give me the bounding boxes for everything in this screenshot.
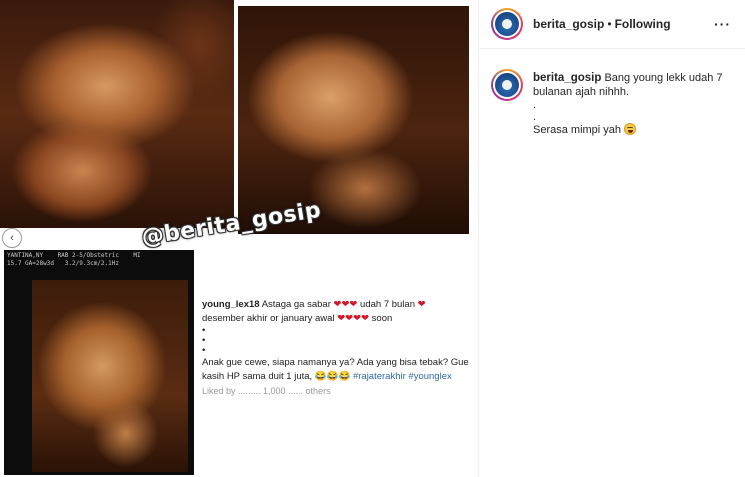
post-header: berita_gosip • Following ··· bbox=[479, 0, 745, 49]
header-user-row: berita_gosip • Following bbox=[533, 17, 714, 31]
following-button[interactable]: Following bbox=[615, 17, 671, 31]
avatar[interactable] bbox=[491, 8, 523, 40]
hashtag: #rajaterakhir bbox=[352, 371, 406, 382]
caption-body: berita_gosip Bang young lekk udah 7 bula… bbox=[533, 69, 731, 137]
caption: berita_gosip Bang young lekk udah 7 bula… bbox=[479, 49, 745, 137]
separator-dot: • bbox=[607, 17, 612, 31]
comment-text-2b: soon bbox=[371, 313, 393, 324]
comment-line-4: kasih HP sama duit 1 juta, 😂😂😂 #rajatera… bbox=[202, 370, 472, 384]
caption-text-2: Serasa mimpi yah bbox=[533, 124, 622, 136]
caption-username-link[interactable]: berita_gosip bbox=[533, 72, 601, 84]
comment-line-1: young_lex18 Astaga ga sabar ❤❤❤ udah 7 b… bbox=[202, 298, 472, 312]
comment-username: young_lex18 bbox=[202, 299, 260, 310]
comment-line-3: Anak gue cewe, siapa namanya ya? Ada yan… bbox=[202, 357, 469, 368]
previous-arrow-icon[interactable]: ‹ bbox=[2, 228, 22, 248]
more-options-icon[interactable]: ··· bbox=[714, 16, 731, 32]
comment-faded-line: Liked by ......... 1,000 ...... others bbox=[202, 386, 331, 396]
comment-text-1b: udah 7 bulan bbox=[360, 299, 415, 310]
ultrasound-image-3-scan bbox=[32, 280, 188, 472]
caption-line-1: berita_gosip Bang young lekk udah 7 bula… bbox=[533, 71, 731, 99]
screenshot-comment: young_lex18 Astaga ga sabar ❤❤❤ udah 7 b… bbox=[196, 298, 478, 477]
rofl-emoji-icon bbox=[624, 123, 637, 135]
heart-icon: ❤ bbox=[417, 299, 426, 310]
comment-text-1: Astaga ga sabar bbox=[261, 299, 331, 310]
ultrasound-image-3: YANTINA,NY RAB 2-5/Obstetric MI 15.7 GA=… bbox=[4, 250, 194, 475]
header-username-link[interactable]: berita_gosip bbox=[533, 17, 604, 31]
comment-dot: • bbox=[202, 346, 206, 356]
caption-line-2: Serasa mimpi yah bbox=[533, 123, 731, 137]
avatar-image bbox=[495, 73, 519, 97]
laugh-emoji-icon: 😂😂😂 bbox=[314, 371, 351, 382]
comment-line-2: desember akhir or january awal ❤❤❤❤ soon bbox=[202, 312, 472, 326]
ultrasound-image-1 bbox=[0, 0, 234, 228]
post-media[interactable]: YANTINA,NY RAB 2-5/Obstetric MI 15.7 GA=… bbox=[0, 0, 478, 477]
heart-icon: ❤❤❤❤ bbox=[337, 313, 370, 324]
post-side-panel: berita_gosip • Following ··· berita_gosi… bbox=[478, 0, 745, 477]
comment-text-4: kasih HP sama duit 1 juta, bbox=[202, 371, 313, 382]
heart-icon: ❤❤❤ bbox=[333, 299, 358, 310]
avatar[interactable] bbox=[491, 69, 523, 101]
avatar-image bbox=[495, 12, 519, 36]
caption-dot: . bbox=[533, 99, 537, 111]
comment-dot: • bbox=[202, 336, 206, 346]
hashtag: #younglex bbox=[408, 371, 452, 382]
caption-dot: . bbox=[533, 111, 537, 123]
ultrasound-image-2 bbox=[238, 6, 469, 234]
comment-dot: • bbox=[202, 326, 206, 336]
ultrasound-header: YANTINA,NY RAB 2-5/Obstetric MI 15.7 GA=… bbox=[7, 252, 141, 267]
comment-text-2: desember akhir or january awal bbox=[202, 313, 335, 324]
